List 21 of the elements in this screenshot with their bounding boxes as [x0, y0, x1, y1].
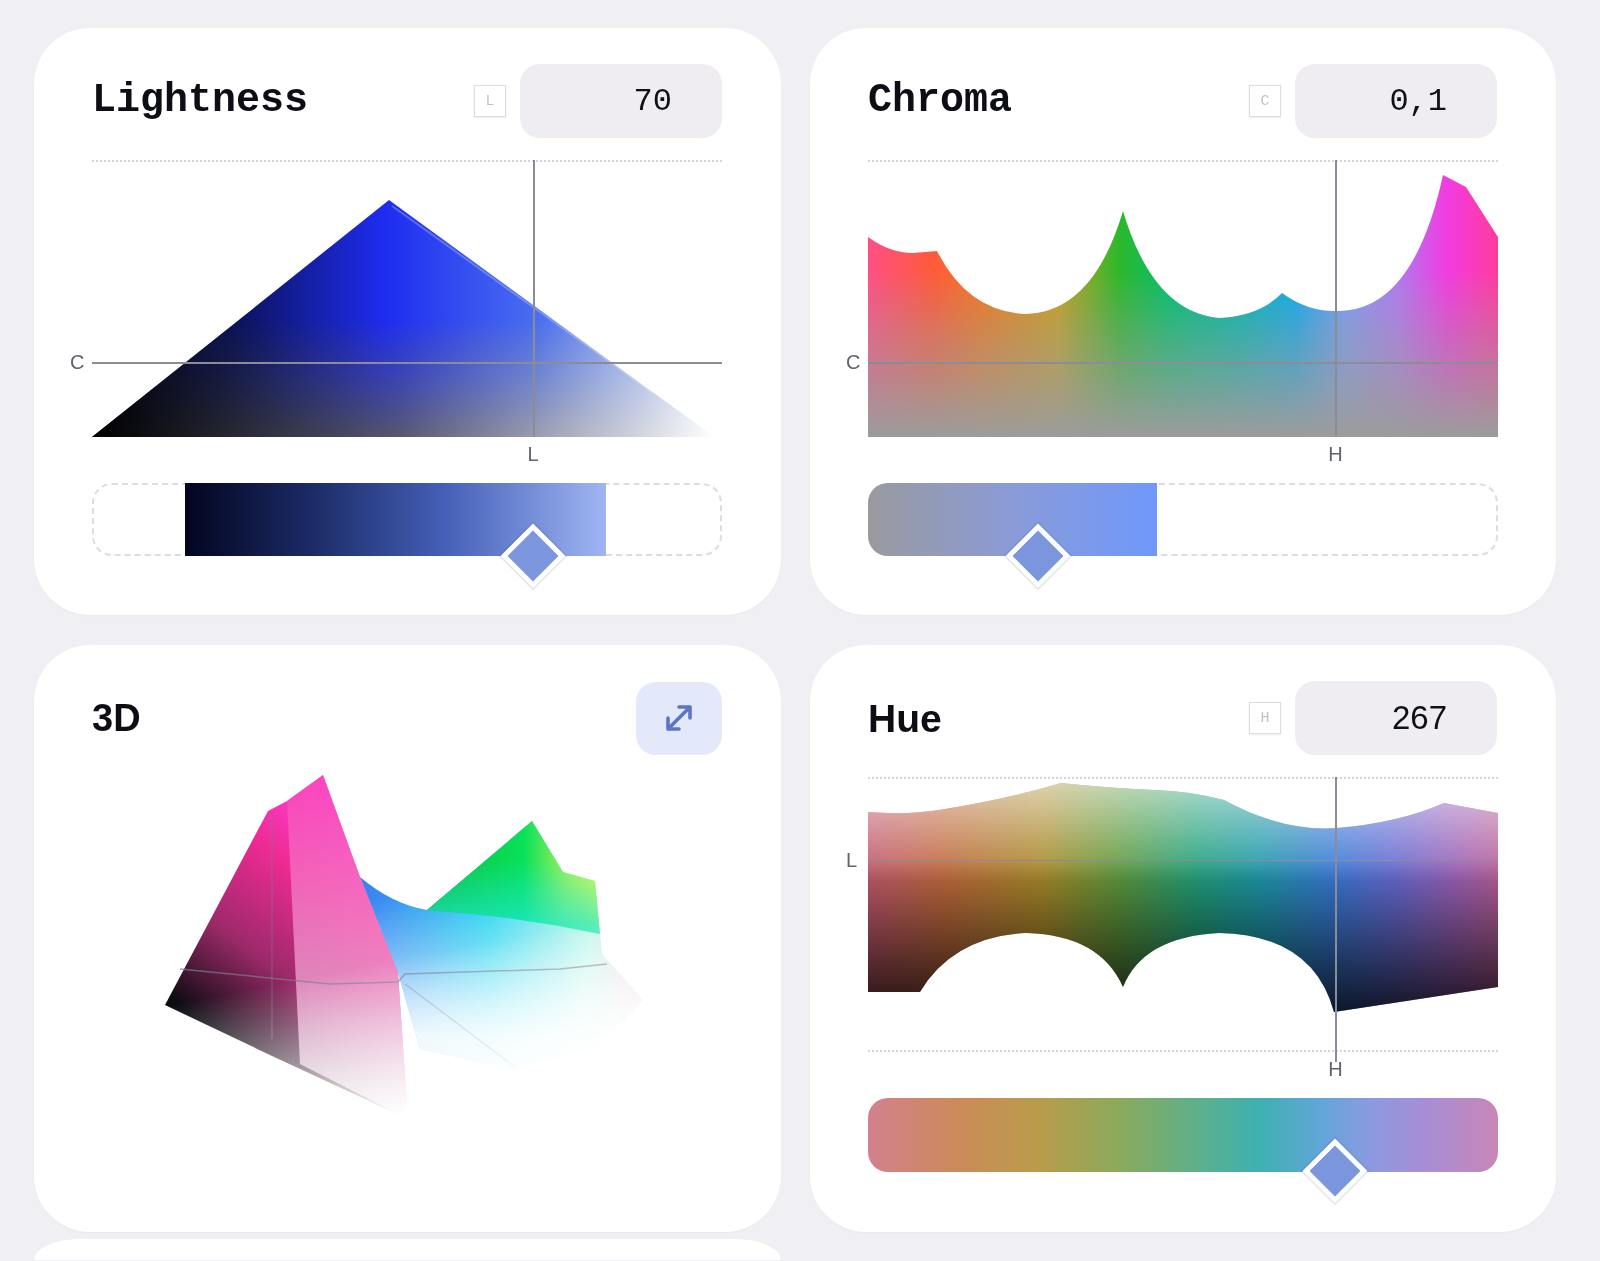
slider-track[interactable] [868, 1098, 1498, 1204]
axis-label: L [527, 444, 539, 464]
panel-title: Hue [868, 698, 943, 738]
value-field[interactable]: 0,1 [1295, 64, 1497, 138]
axis-label: L [846, 849, 858, 870]
shortcut-key: L [474, 85, 506, 117]
axis-label: H [1328, 1059, 1343, 1079]
value-field[interactable]: 267 [1295, 681, 1497, 755]
panel-title: Lightness [92, 81, 310, 121]
expand-button[interactable] [636, 681, 722, 755]
panel-title: Chroma [868, 81, 1014, 121]
axis-label: H [1328, 444, 1343, 464]
panel-title: 3D [92, 699, 142, 737]
axis-label: C [846, 352, 861, 373]
double-arrow-icon [665, 704, 693, 732]
axis-label: C [70, 352, 85, 373]
slider-track[interactable] [92, 483, 722, 589]
shortcut-key: C [1249, 85, 1281, 117]
shortcut-key: H [1249, 702, 1281, 734]
value-field[interactable]: 70 [520, 64, 722, 138]
slider-track[interactable] [868, 483, 1498, 589]
